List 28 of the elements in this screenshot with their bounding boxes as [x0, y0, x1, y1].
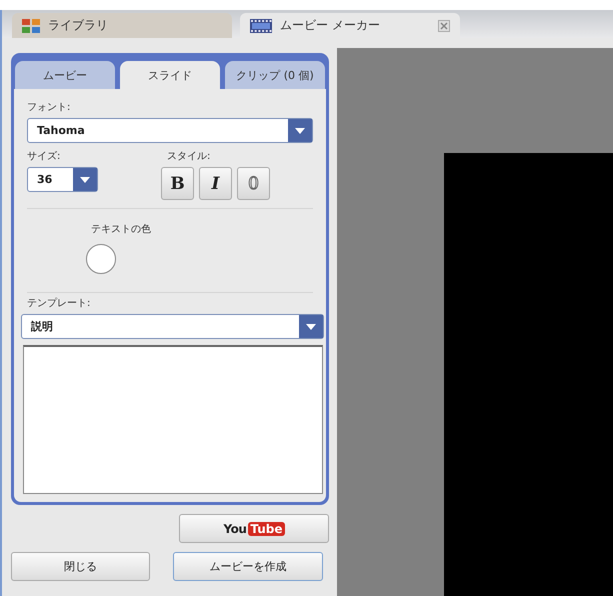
text-color-label: テキストの色 [91, 223, 151, 236]
close-icon[interactable] [438, 20, 450, 32]
youtube-button[interactable]: You Tube [179, 514, 329, 543]
close-button[interactable]: 閉じる [11, 552, 150, 581]
film-strip-icon [250, 18, 272, 32]
text-area[interactable] [23, 345, 323, 494]
bold-button[interactable]: B [161, 167, 194, 200]
template-dropdown[interactable]: 説明 [21, 314, 324, 339]
create-movie-button[interactable]: ムービーを作成 [173, 552, 323, 581]
panel-tab[interactable]: スライド [120, 61, 220, 89]
document-tab[interactable]: ムービー メーカー [240, 13, 460, 38]
style-label: スタイル: [167, 150, 212, 163]
font-dropdown[interactable]: Tahoma [27, 118, 313, 143]
panel-tab[interactable]: ムービー [15, 61, 115, 89]
template-label: テンプレート: [27, 296, 92, 310]
caret-icon [295, 128, 305, 134]
caret-icon [306, 324, 316, 330]
size-dropdown[interactable]: 36 [27, 167, 98, 192]
size-label: サイズ: [27, 150, 62, 163]
font-label: フォント: [27, 101, 72, 114]
tab-label: ライブラリ [48, 17, 109, 34]
italic-button[interactable]: I [199, 167, 232, 200]
document-tab[interactable]: ライブラリ [12, 13, 232, 38]
panel-tab[interactable]: クリップ (0 個) [225, 61, 325, 89]
grid-icon [22, 18, 40, 32]
caret-icon [80, 176, 90, 182]
tab-label: ムービー メーカー [280, 17, 381, 34]
color-swatch[interactable] [86, 244, 116, 274]
